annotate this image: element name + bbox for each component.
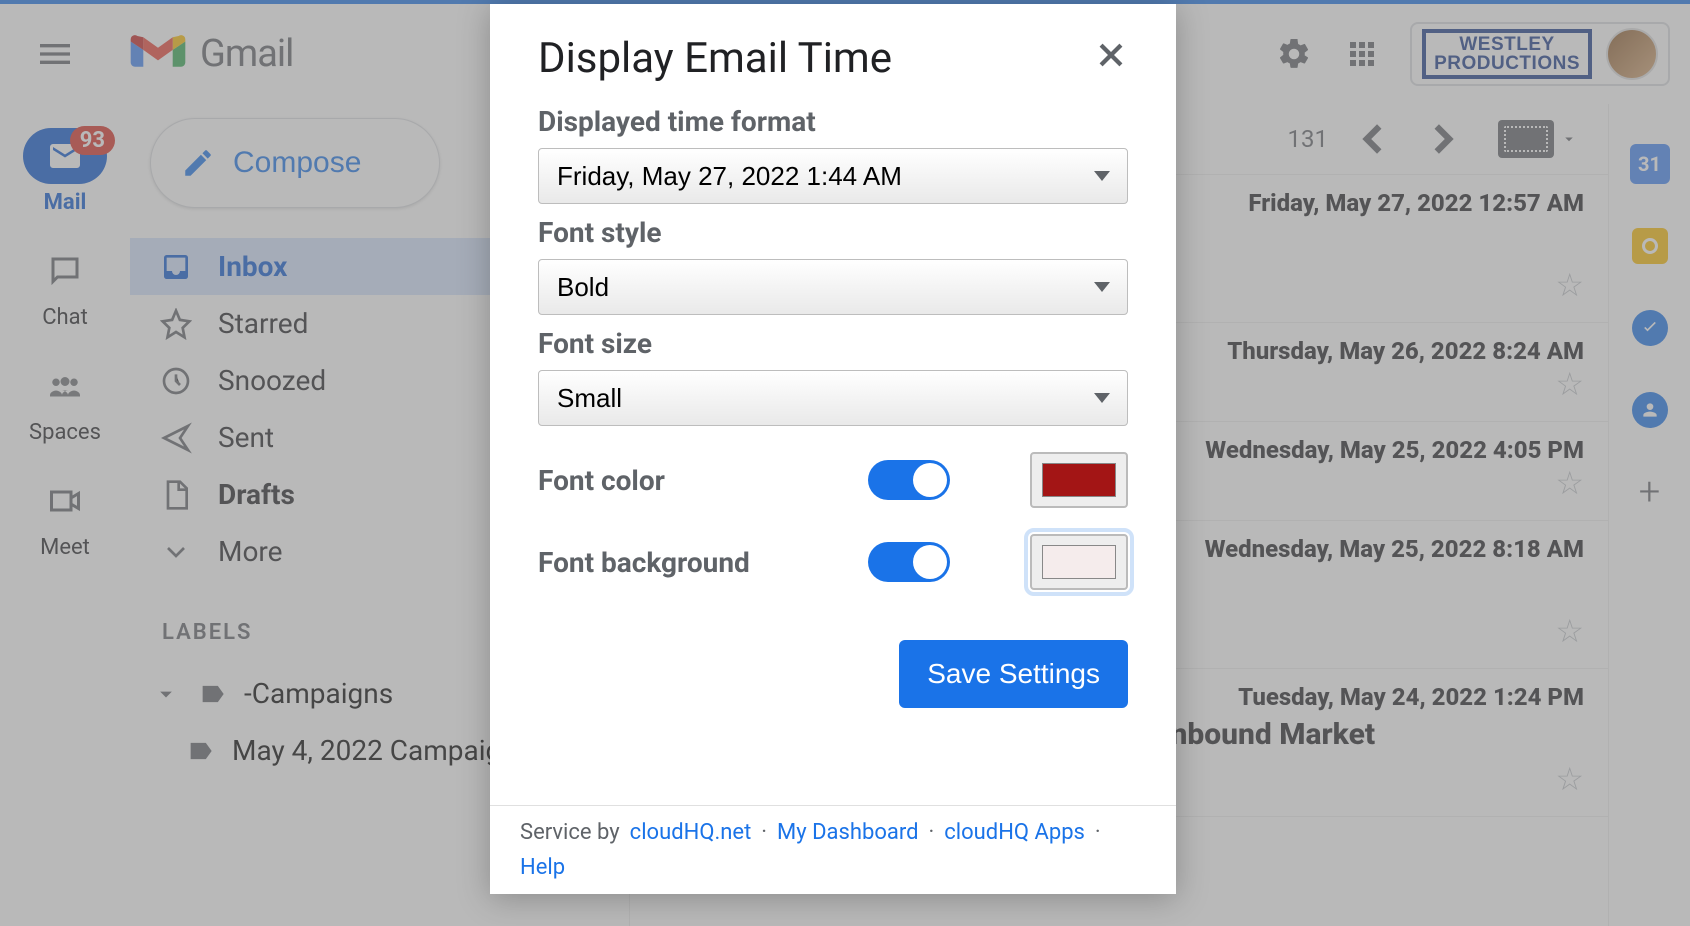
font-style-select[interactable]: Bold	[538, 259, 1128, 315]
org-logo: WESTLEY PRODUCTIONS	[1422, 29, 1592, 79]
help-link[interactable]: Help	[520, 855, 565, 880]
star-icon[interactable]: ☆	[1555, 612, 1584, 650]
inbox-icon	[160, 251, 192, 283]
chevron-right-icon	[1418, 114, 1468, 164]
font-background-toggle[interactable]	[868, 542, 950, 582]
font-background-swatch[interactable]	[1030, 534, 1128, 590]
apps-grid-button[interactable]	[1342, 34, 1382, 74]
star-icon[interactable]: ☆	[1555, 365, 1584, 403]
display-email-time-dialog: Display Email Time Displayed time format…	[490, 4, 1176, 894]
rail-spaces[interactable]: Spaces	[0, 344, 130, 459]
font-color-toggle[interactable]	[868, 460, 950, 500]
gear-icon	[1276, 36, 1312, 72]
main-menu-button[interactable]	[20, 19, 90, 89]
label-icon	[186, 737, 214, 765]
gmail-icon	[130, 31, 186, 73]
chevron-left-icon	[1348, 114, 1398, 164]
mail-badge: 93	[70, 126, 115, 155]
org-account[interactable]: WESTLEY PRODUCTIONS	[1410, 22, 1670, 86]
rail-chat[interactable]: Chat	[0, 229, 130, 344]
star-icon[interactable]: ☆	[1555, 266, 1584, 304]
calendar-app[interactable]: 31	[1630, 144, 1670, 184]
save-settings-button[interactable]: Save Settings	[899, 640, 1128, 708]
font-size-select[interactable]: Small	[538, 370, 1128, 426]
chevron-down-icon	[160, 536, 192, 568]
label-font-size: Font size	[538, 327, 1128, 360]
my-dashboard-link[interactable]: My Dashboard	[777, 820, 918, 845]
dialog-footer: Service by cloudHQ.net · My Dashboard · …	[490, 805, 1176, 894]
chat-icon	[47, 253, 83, 289]
contacts-app[interactable]	[1630, 390, 1670, 430]
star-icon[interactable]: ☆	[1555, 464, 1584, 502]
page-count: 131	[1288, 125, 1328, 153]
send-icon	[160, 422, 192, 454]
newer-button[interactable]	[1418, 114, 1468, 164]
settings-button[interactable]	[1274, 34, 1314, 74]
add-app[interactable]: +	[1630, 472, 1670, 512]
dialog-close-button[interactable]	[1094, 38, 1128, 79]
compose-button[interactable]: Compose	[150, 118, 440, 208]
star-icon	[160, 308, 192, 340]
close-icon	[1094, 38, 1128, 72]
rail-meet[interactable]: Meet	[0, 459, 130, 574]
file-icon	[160, 479, 192, 511]
label-font-style: Font style	[538, 216, 1128, 249]
label-font-color: Font color	[538, 464, 848, 497]
font-color-swatch[interactable]	[1030, 452, 1128, 508]
caret-down-icon[interactable]	[1560, 130, 1578, 148]
tasks-app[interactable]	[1630, 308, 1670, 348]
older-button[interactable]	[1348, 114, 1398, 164]
spaces-icon	[47, 368, 83, 404]
keep-app[interactable]	[1630, 226, 1670, 266]
avatar[interactable]	[1606, 28, 1658, 80]
clock-icon	[160, 365, 192, 397]
app-name: Gmail	[200, 32, 293, 76]
rail-mail[interactable]: 93 Mail	[0, 114, 130, 229]
caret-down-icon	[152, 680, 180, 708]
cloudhq-link[interactable]: cloudHQ.net	[630, 820, 752, 845]
label-time-format: Displayed time format	[538, 105, 1128, 138]
gmail-logo: Gmail	[130, 31, 293, 77]
contacts-icon	[1632, 392, 1668, 428]
label-icon	[198, 680, 226, 708]
cloudhq-apps-link[interactable]: cloudHQ Apps	[944, 820, 1085, 845]
input-tools-button[interactable]	[1498, 120, 1554, 158]
hamburger-icon	[35, 34, 75, 74]
meet-icon	[47, 483, 83, 519]
apps-grid-icon	[1344, 36, 1380, 72]
star-icon[interactable]: ☆	[1555, 760, 1584, 798]
time-format-select[interactable]: Friday, May 27, 2022 1:44 AM	[538, 148, 1128, 204]
keep-icon	[1632, 228, 1668, 264]
pencil-icon	[181, 146, 215, 180]
dialog-title: Display Email Time	[538, 34, 892, 83]
label-font-background: Font background	[538, 546, 848, 579]
tasks-icon	[1632, 310, 1668, 346]
